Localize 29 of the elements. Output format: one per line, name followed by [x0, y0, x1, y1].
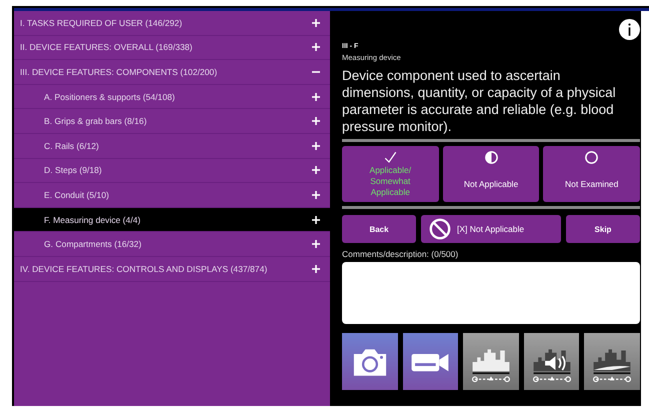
motion-button[interactable]	[584, 333, 640, 390]
not-applicable-button[interactable]: [X] Not Applicable	[421, 215, 561, 243]
sound-button[interactable]	[524, 333, 580, 390]
section-item[interactable]: A. Positioners & supports (54/108)	[14, 84, 330, 110]
half-circle-icon	[484, 150, 498, 165]
skip-button[interactable]: Skip	[566, 215, 640, 243]
section-item[interactable]: B. Grips & grab bars (8/16)	[14, 109, 330, 134]
item-description: Device component used to ascertain dimensions, quantity, or capacity of a physical parameter is accurate and reliable (e.g. blood pressure monitor).	[342, 67, 617, 135]
circle-icon	[584, 150, 600, 165]
section-item[interactable]: II. DEVICE FEATURES: OVERALL (169/338)	[14, 36, 330, 60]
section-item[interactable]: I. TASKS REQUIRED OF USER (146/292)	[14, 11, 330, 36]
section-item[interactable]: F. Measuring device (4/4)	[14, 208, 330, 232]
section-item[interactable]: C. Rails (6/12)	[14, 134, 330, 159]
rating-button[interactable]: Not Examined	[543, 146, 640, 202]
scene-button[interactable]	[463, 333, 519, 390]
back-button[interactable]: Back	[342, 215, 416, 243]
comments-label: Comments/description: (0/500)	[342, 249, 460, 259]
section-item[interactable]: D. Steps (9/18)	[14, 158, 330, 184]
camera-button[interactable]	[342, 333, 398, 390]
comments-field[interactable]	[342, 262, 640, 324]
rating-button[interactable]: Applicable/ Somewhat Applicable	[342, 146, 439, 202]
info-icon[interactable]	[619, 19, 640, 40]
section-item[interactable]: IV. DEVICE FEATURES: CONTROLS AND DISPLAYS (437/874)	[14, 256, 330, 282]
checkmark-icon	[382, 150, 398, 165]
section-item[interactable]: III. DEVICE FEATURES: COMPONENTS (102/200)	[14, 60, 330, 85]
rating-button[interactable]: Not Applicable	[442, 146, 540, 202]
section-item[interactable]: G. Compartments (16/32)	[14, 232, 330, 257]
prohibited-icon	[429, 218, 451, 240]
video-button[interactable]	[402, 333, 458, 390]
